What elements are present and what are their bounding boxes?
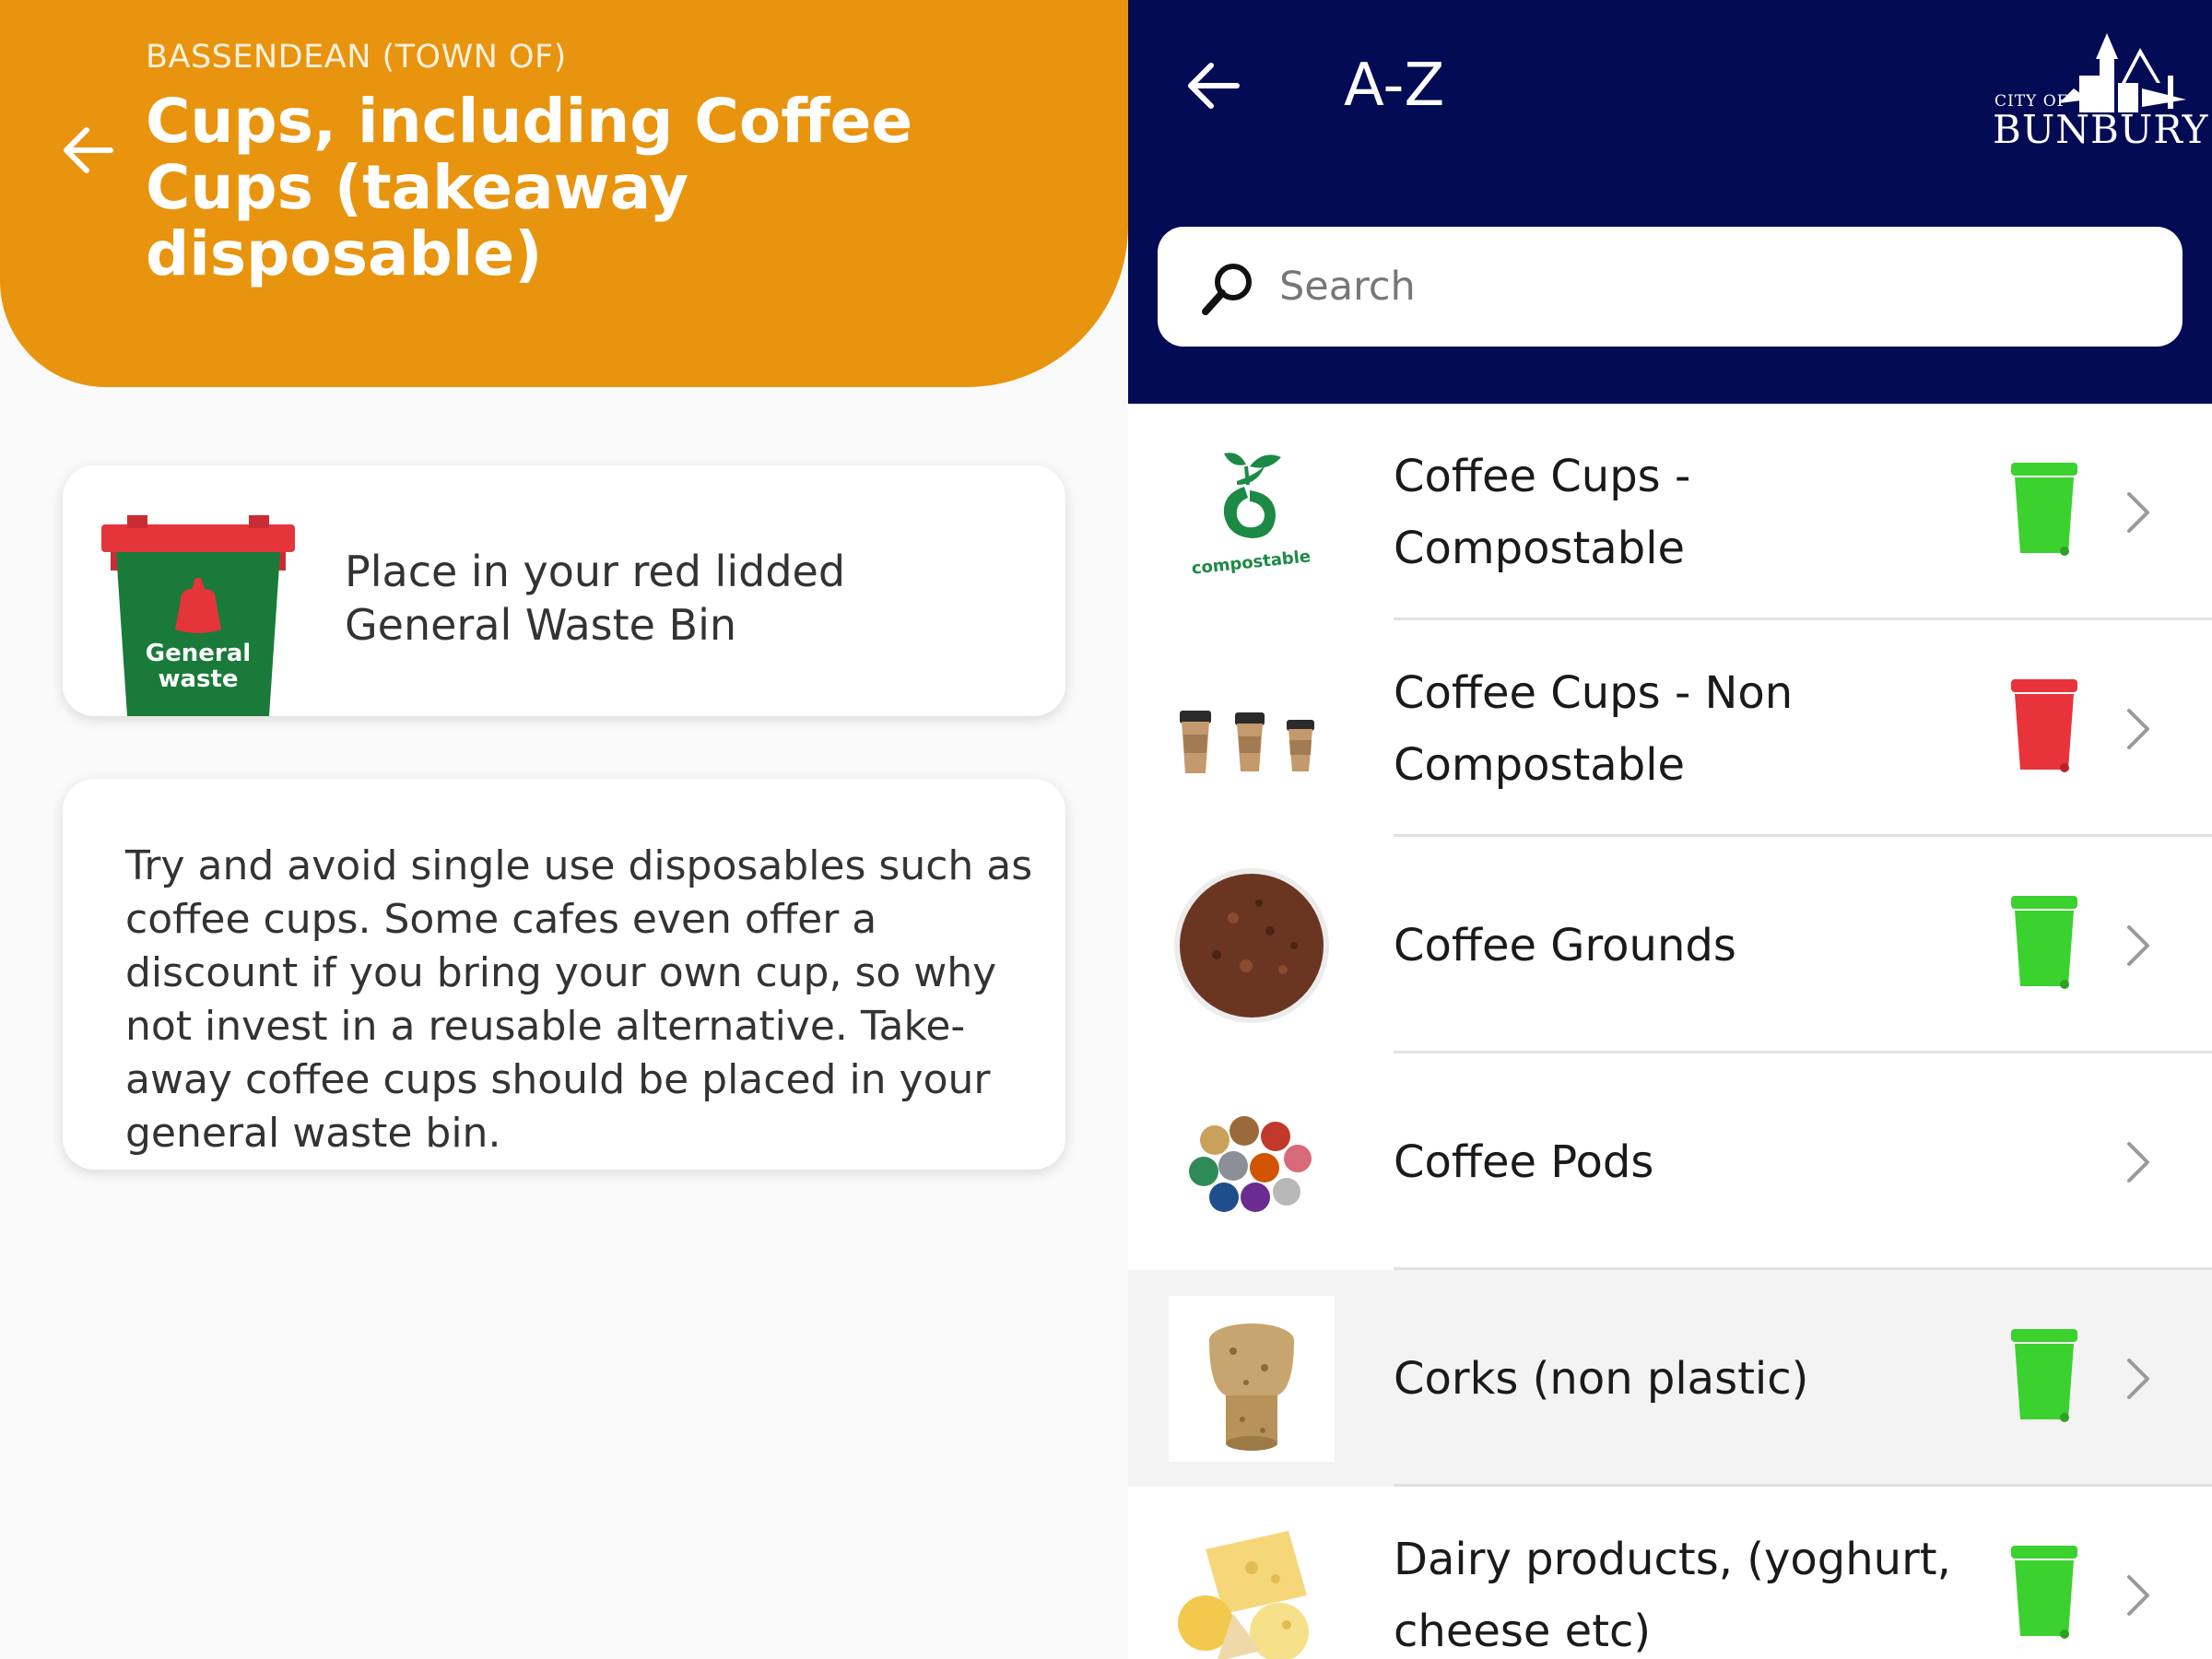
green-bin-icon xyxy=(2011,896,2077,989)
page-title: Cups, including Coffee Cups (takeaway di… xyxy=(146,86,913,289)
tip-text: Try and avoid single use disposables suc… xyxy=(125,842,1033,1157)
compostable-logo-text: compostable xyxy=(1191,547,1312,578)
bin-label-line2: waste xyxy=(158,665,238,693)
general-waste-bin-icon: General waste xyxy=(101,515,295,716)
search-bar[interactable] xyxy=(1158,227,2183,347)
list-item[interactable]: Coffee Grounds xyxy=(1128,837,2212,1053)
bin-instruction-card: General waste Place in your red lidded G… xyxy=(63,465,1065,716)
chevron-right-icon xyxy=(2127,709,2149,749)
list-item[interactable]: compostable Coffee Cups - Compostable xyxy=(1128,404,2212,620)
list-item-label: Coffee Grounds xyxy=(1394,919,1736,971)
search-icon xyxy=(1202,264,1252,315)
list-item-label: Corks (non plastic) xyxy=(1394,1352,1809,1405)
list-item-label: Coffee Cups - Non Compostable xyxy=(1394,666,1794,791)
back-arrow-icon[interactable] xyxy=(57,118,122,182)
list-item[interactable]: Dairy products, (yoghurt, cheese etc) xyxy=(1128,1487,2212,1659)
page-title: A-Z xyxy=(1344,52,1445,120)
coffee-cups-icon xyxy=(1180,711,1314,773)
green-bin-icon xyxy=(2011,463,2077,556)
coffee-grounds-icon xyxy=(1174,868,1329,1023)
back-arrow-icon[interactable] xyxy=(1182,53,1246,118)
detail-header: BASSENDEAN (TOWN OF) Cups, including Cof… xyxy=(0,0,1128,387)
coffee-pods-icon xyxy=(1189,1116,1312,1212)
green-bin-icon xyxy=(2011,1329,2077,1422)
logo-city-name: BUNBURY xyxy=(1993,107,2209,152)
chevron-right-icon xyxy=(2127,1359,2149,1399)
item-detail-panel: BASSENDEAN (TOWN OF) Cups, including Cof… xyxy=(0,0,1128,1659)
search-input[interactable] xyxy=(1279,251,2146,323)
red-bin-icon xyxy=(2011,679,2077,772)
chevron-right-icon xyxy=(2127,1575,2149,1616)
a-z-header: A-Z CITY OF BUNBURY xyxy=(1128,0,2212,404)
compostable-logo-icon: compostable xyxy=(1191,453,1312,579)
cheese-icon xyxy=(1178,1531,1309,1659)
tip-card: Try and avoid single use disposables suc… xyxy=(63,779,1065,1170)
chevron-right-icon xyxy=(2127,1142,2149,1182)
list-item-label: Coffee Pods xyxy=(1394,1135,1654,1188)
list-item[interactable]: Coffee Pods xyxy=(1128,1053,2212,1270)
list-item[interactable]: Coffee Cups - Non Compostable xyxy=(1128,620,2212,837)
list-item-label: Dairy products, (yoghurt, cheese etc) xyxy=(1394,1533,1951,1657)
chevron-right-icon xyxy=(2127,925,2149,966)
list-item-label: Coffee Cups - Compostable xyxy=(1394,450,1691,574)
cork-icon xyxy=(1169,1296,1335,1462)
green-bin-icon xyxy=(2011,1546,2077,1639)
bin-instruction-text: Place in your red lidded General Waste B… xyxy=(345,547,846,650)
council-name: BASSENDEAN (TOWN OF) xyxy=(146,39,567,76)
bin-label-line1: General xyxy=(146,640,251,667)
chevron-right-icon xyxy=(2127,492,2149,533)
a-z-list-panel: A-Z CITY OF BUNBURY Search compostable C… xyxy=(1128,0,2212,1659)
list-item[interactable]: Corks (non plastic) xyxy=(1128,1270,2212,1487)
